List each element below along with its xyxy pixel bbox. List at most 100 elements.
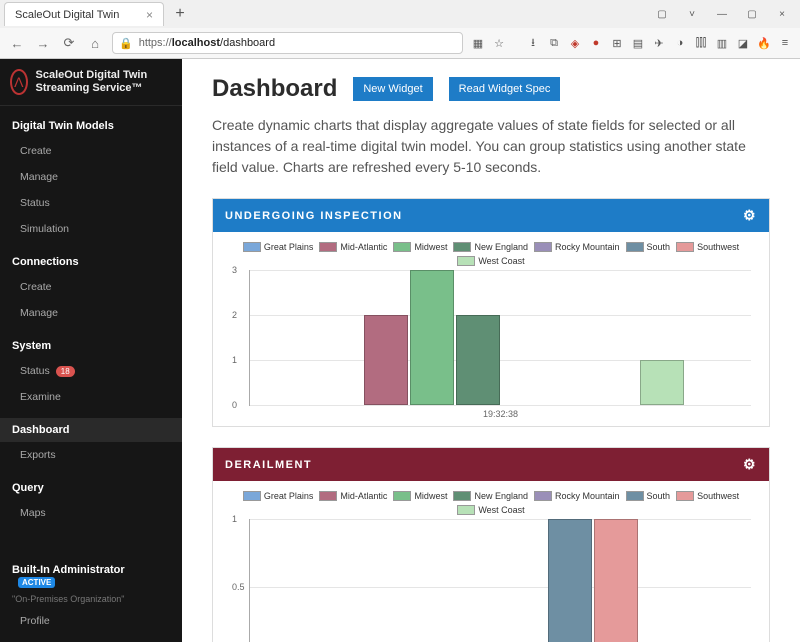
bar[interactable] xyxy=(364,315,408,405)
nav-section: DashboardExports xyxy=(0,410,182,468)
bar[interactable] xyxy=(456,315,500,405)
url-path: /dashboard xyxy=(220,37,275,49)
reload-icon[interactable]: ⟳ xyxy=(58,32,80,54)
legend-item[interactable]: New England xyxy=(453,491,528,501)
sidebar-item[interactable]: Status18 xyxy=(0,358,182,384)
nav-header[interactable]: Query xyxy=(0,476,182,500)
legend-item[interactable]: West Coast xyxy=(457,505,524,515)
ext-icon[interactable]: ▤ xyxy=(629,34,647,52)
new-widget-button[interactable]: New Widget xyxy=(353,77,432,101)
grid-line xyxy=(250,405,751,406)
back-icon[interactable]: ← xyxy=(6,32,28,54)
y-tick-label: 1 xyxy=(232,514,237,524)
legend-item[interactable]: West Coast xyxy=(457,256,524,266)
sidebar-item[interactable]: Manage xyxy=(0,300,182,326)
ext-icon[interactable]: ● xyxy=(587,34,605,52)
bar[interactable] xyxy=(640,360,684,405)
sidebar-item[interactable]: Create xyxy=(0,138,182,164)
legend-label: Great Plains xyxy=(264,491,314,501)
download-icon[interactable]: ⭳ xyxy=(524,34,542,52)
ext-icon[interactable]: ◈ xyxy=(566,34,584,52)
nav-section: QueryMaps xyxy=(0,468,182,526)
y-tick-label: 1 xyxy=(232,355,237,365)
sidebar-item[interactable]: Exports xyxy=(0,442,182,468)
chevron-down-icon[interactable]: ˅ xyxy=(678,4,706,24)
close-window-icon[interactable]: × xyxy=(768,4,796,24)
nav-header[interactable]: Dashboard xyxy=(0,418,182,442)
nav-header[interactable]: System xyxy=(0,334,182,358)
read-widget-spec-button[interactable]: Read Widget Spec xyxy=(449,77,561,101)
tabbar: ScaleOut Digital Twin × + ▢ ˅ — ▢ × xyxy=(0,0,800,28)
browser-tab[interactable]: ScaleOut Digital Twin × xyxy=(4,2,164,26)
gear-icon[interactable]: ⚙ xyxy=(743,456,757,473)
window-controls: ▢ ˅ — ▢ × xyxy=(648,4,796,24)
legend-label: Midwest xyxy=(414,491,447,501)
legend-item[interactable]: Great Plains xyxy=(243,491,314,501)
legend-label: Southwest xyxy=(697,491,739,501)
star-icon[interactable]: ☆ xyxy=(490,34,508,52)
menu-icon[interactable]: ≡ xyxy=(776,34,794,52)
shield-icon[interactable]: ▢ xyxy=(648,4,676,24)
widget-body: Great Plains Mid-Atlantic Midwest New Engla… xyxy=(213,481,769,642)
sidebar-item[interactable]: Simulation xyxy=(0,216,182,242)
sidebar-item[interactable]: Status xyxy=(0,190,182,216)
ext-icon[interactable]: ◪ xyxy=(734,34,752,52)
legend-item[interactable]: Mid-Atlantic xyxy=(319,491,387,501)
ext-icon[interactable]: 🔥 xyxy=(755,34,773,52)
legend-label: South xyxy=(647,491,671,501)
legend-item[interactable]: Mid-Atlantic xyxy=(319,242,387,252)
sidebar-item[interactable]: Examine xyxy=(0,384,182,410)
browser-chrome: ScaleOut Digital Twin × + ▢ ˅ — ▢ × ← → … xyxy=(0,0,800,59)
y-tick-label: 3 xyxy=(232,265,237,275)
legend-item[interactable]: Southwest xyxy=(676,242,739,252)
nav-section: Digital Twin ModelsCreateManageStatusSim… xyxy=(0,106,182,242)
forward-icon[interactable]: → xyxy=(32,32,54,54)
legend-item[interactable]: Rocky Mountain xyxy=(534,242,620,252)
ext-icon[interactable]: ▥ xyxy=(713,34,731,52)
bar[interactable] xyxy=(594,519,638,642)
page-title: Dashboard xyxy=(212,75,337,103)
apps-icon[interactable]: ▦ xyxy=(469,34,487,52)
legend-item[interactable]: Midwest xyxy=(393,491,447,501)
ext-icon[interactable]: ⫿⫿⫿ xyxy=(692,34,710,52)
close-icon[interactable]: × xyxy=(146,8,153,22)
legend-item[interactable]: Southwest xyxy=(676,491,739,501)
legend-swatch-icon xyxy=(676,242,694,252)
sidebar-item[interactable]: Profile xyxy=(0,608,182,634)
admin-header: Built-In Administrator ACTIVE xyxy=(0,558,182,594)
bar[interactable] xyxy=(410,270,454,405)
legend-swatch-icon xyxy=(393,242,411,252)
widget-title: UNDERGOING INSPECTION xyxy=(225,210,403,222)
legend-item[interactable]: Midwest xyxy=(393,242,447,252)
widget-header: DERAILMENT⚙ xyxy=(213,448,769,481)
save-icon[interactable]: ⧉ xyxy=(545,34,563,52)
chart: 00.5119:32:40 xyxy=(227,519,755,642)
active-badge: ACTIVE xyxy=(18,577,55,588)
bar[interactable] xyxy=(548,519,592,642)
ext-icon[interactable]: ⊞ xyxy=(608,34,626,52)
new-tab-button[interactable]: + xyxy=(170,5,190,23)
maximize-icon[interactable]: ▢ xyxy=(738,4,766,24)
legend-item[interactable]: Great Plains xyxy=(243,242,314,252)
lock-icon: 🔒 xyxy=(119,37,133,50)
minimize-icon[interactable]: — xyxy=(708,4,736,24)
legend-item[interactable]: New England xyxy=(453,242,528,252)
ext-icon[interactable]: ◑ xyxy=(671,34,689,52)
legend-item[interactable]: South xyxy=(626,242,671,252)
legend-swatch-icon xyxy=(393,491,411,501)
home-icon[interactable]: ⌂ xyxy=(84,32,106,54)
gear-icon[interactable]: ⚙ xyxy=(743,207,757,224)
legend-item[interactable]: Rocky Mountain xyxy=(534,491,620,501)
ext-icon[interactable]: ✈ xyxy=(650,34,668,52)
nav-header[interactable]: Connections xyxy=(0,250,182,274)
nav-header[interactable]: Digital Twin Models xyxy=(0,114,182,138)
legend-item[interactable]: South xyxy=(626,491,671,501)
sidebar-item[interactable]: Maps xyxy=(0,500,182,526)
sidebar-item[interactable]: Create xyxy=(0,274,182,300)
url-host: localhost xyxy=(172,37,220,49)
brand-logo-icon: Λ xyxy=(10,69,28,95)
nav-section: SystemStatus18Examine xyxy=(0,326,182,410)
sidebar-item[interactable]: Manage xyxy=(0,164,182,190)
sidebar: Λ ScaleOut Digital Twin Streaming Servic… xyxy=(0,59,182,642)
url-bar[interactable]: 🔒 https:// localhost/dashboard xyxy=(112,32,463,54)
